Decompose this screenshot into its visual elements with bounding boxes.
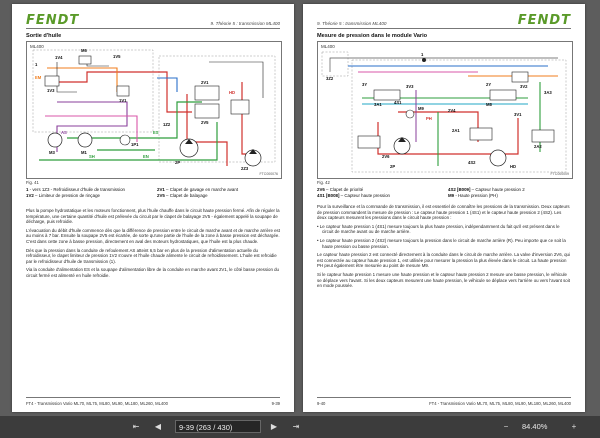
- diagram-label: 1: [421, 52, 424, 57]
- header-divider: [317, 28, 571, 29]
- footer-divider: [26, 397, 280, 398]
- footer-title: FT4 - Transmission Vario ML70, ML75, ML8…: [429, 401, 571, 406]
- fendt-logo: FENDT: [26, 13, 80, 28]
- zoom-out-icon[interactable]: −: [500, 420, 512, 434]
- legend-entry: 1V2 – Limiteur de pression de rinçage: [26, 192, 100, 198]
- page-number: 9-39: [271, 401, 280, 406]
- hydraulic-diagram: ML400 FTC000076 1V4 M6 1V5 1 1V3 EM AS E…: [26, 41, 282, 179]
- diagram-label: HD: [229, 90, 236, 95]
- diagram-label: 1V5: [113, 54, 121, 59]
- section-title: Sortie d'huile: [26, 33, 62, 39]
- diagram-model-label: ML400: [30, 44, 44, 49]
- diagram-label: 1P1: [131, 142, 139, 147]
- section-title: Mesure de pression dans le module Vario: [317, 33, 428, 39]
- first-page-icon[interactable]: ⇤: [130, 420, 142, 434]
- body-text: Pour la surveillance et la commande de t…: [317, 204, 571, 292]
- diagram-label: 2V6: [382, 154, 390, 159]
- diagram-label: M9: [418, 106, 424, 111]
- diagram-label: EM: [35, 75, 42, 80]
- zoom-level[interactable]: 84.40%: [522, 420, 547, 434]
- diagram-label: ES: [153, 130, 159, 135]
- page-number: 9-40: [317, 401, 326, 406]
- footer-title: FT4 - Transmission Vario ML70, ML75, ML8…: [26, 401, 168, 406]
- zoom-in-icon[interactable]: +: [568, 420, 580, 434]
- diagram-label: 1V3: [47, 88, 55, 93]
- hydraulic-schematic-left: [32, 49, 276, 167]
- legend-entry: 4S1 [B008] – Capteur haute pression: [317, 192, 390, 198]
- next-page-icon[interactable]: ▶: [268, 420, 280, 434]
- last-page-icon[interactable]: ⇥: [290, 420, 302, 434]
- previous-page-icon[interactable]: ◀: [152, 420, 164, 434]
- diagram-label: PH: [426, 116, 432, 121]
- legend-entry: 2V5 – Clapet de balayage: [157, 192, 208, 198]
- diagram-label: 2V4: [448, 108, 456, 113]
- diagram-label: 4S1: [394, 100, 402, 105]
- diagram-label: M8: [486, 102, 492, 107]
- legend-column-left: 1 - vers 1Z3 - Refroidisseur d'huile de …: [26, 187, 151, 198]
- diagram-code: FTC000076: [259, 172, 278, 176]
- legend-entry: M9 - Haute pression (PH): [448, 192, 498, 198]
- legend-column-left: 2V6 – Clapet de priorité 4S1 [B008] – Ca…: [317, 187, 442, 198]
- paragraph: Dès que la pression dans la conduite de …: [26, 247, 277, 264]
- diagram-label: 2P: [390, 164, 396, 169]
- diagram-label: 3V1: [514, 112, 522, 117]
- diagram-code: FTC000009: [550, 172, 569, 176]
- legend-column-right: 4S2 [B009] – Capteur haute pression 2 M9…: [448, 187, 573, 198]
- diagram-label: 2Y: [486, 82, 492, 87]
- diagram-label: 1V4: [55, 55, 63, 60]
- page-header: 9. Théorie 5 : transmission ML400: [317, 21, 387, 26]
- right-page: 9. Théorie 5 : transmission ML400 FENDT …: [303, 4, 585, 412]
- paragraph: L'évacuation du débit d'huile commence d…: [26, 227, 280, 244]
- paragraph: Pour la surveillance et la commande de t…: [317, 204, 570, 221]
- diagram-label: M6: [81, 48, 87, 53]
- bullet-item: • Le capteur haute pression 1 (4S1) mesu…: [317, 223, 560, 235]
- diagram-label: 3Z2: [326, 76, 334, 81]
- page-header: 9. Théorie 5 : transmission ML400: [210, 21, 280, 26]
- diagram-label: 2Z3: [241, 166, 249, 171]
- diagram-label: M1: [81, 150, 87, 155]
- diagram-label: 2A2: [534, 144, 542, 149]
- legend-column-right: 2V1 – Clapet de gavage en marche avant 2…: [157, 187, 282, 198]
- paragraph: Plus la pompe hydrostatique et les moteu…: [26, 208, 280, 225]
- diagram-model-label: ML400: [321, 44, 335, 49]
- diagram-label: 4S2: [468, 160, 476, 165]
- header-divider: [26, 28, 280, 29]
- diagram-label: 3A3: [544, 90, 552, 95]
- viewer-toolbar: ⇤ ◀ 9-39 (263 / 430) ▶ ⇥ − 84.40% +: [0, 416, 600, 438]
- bullet-item: • Le capteur haute pression 2 (4S2) mesu…: [317, 237, 566, 249]
- fendt-logo: FENDT: [517, 13, 571, 28]
- diagram-label: AS: [61, 130, 67, 135]
- diagram-label: M3: [49, 150, 55, 155]
- left-page: FENDT 9. Théorie 5 : transmission ML400 …: [12, 4, 294, 412]
- hydraulic-diagram: ML400 FTC000009 3Z2 1 3Y 3V3 3A1 4S1 M9 …: [317, 41, 573, 179]
- diagram-label: SH: [89, 154, 95, 159]
- diagram-label: 1: [35, 62, 38, 67]
- figure-caption: Fig. 42: [317, 180, 330, 185]
- body-text: Plus la pompe hydrostatique et les moteu…: [26, 208, 280, 282]
- diagram-label: 2V1: [201, 80, 209, 85]
- diagram-label: 2A1: [452, 128, 460, 133]
- diagram-label: 3A1: [374, 102, 382, 107]
- paragraph: Si le capteur haute pression 1 mesure un…: [317, 271, 570, 289]
- paragraph: Le capteur haute pression 2 est connecté…: [317, 252, 570, 269]
- figure-caption: Fig. 41: [26, 180, 39, 185]
- diagram-label: HD: [510, 164, 517, 169]
- diagram-label: 3Y: [362, 82, 368, 87]
- diagram-label: 3V2: [520, 84, 528, 89]
- diagram-label: 1V1: [119, 98, 127, 103]
- paragraph: Via la conduite d'alimentation ES et la …: [26, 267, 279, 278]
- footer-divider: [317, 397, 571, 398]
- diagram-label: 2V5: [201, 120, 209, 125]
- hydraulic-schematic-right: [321, 51, 567, 173]
- diagram-label: EN: [143, 154, 149, 159]
- diagram-label: 1Z2: [163, 122, 171, 127]
- diagram-label: 2P: [175, 160, 181, 165]
- diagram-label: 3V3: [406, 84, 414, 89]
- page-number-input[interactable]: 9-39 (263 / 430): [175, 420, 261, 433]
